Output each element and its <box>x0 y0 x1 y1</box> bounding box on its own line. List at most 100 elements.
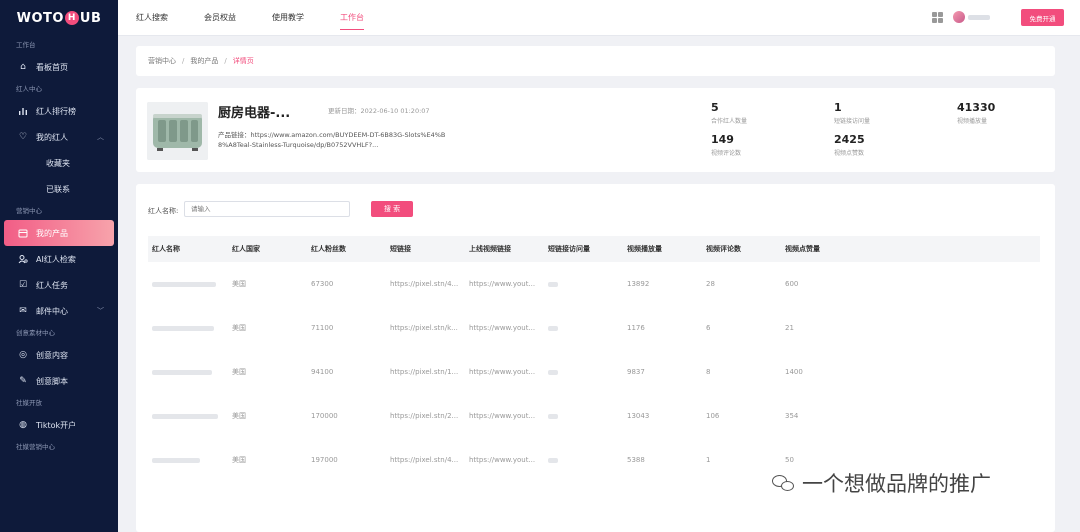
table-row: 美国 67300 https://pixel.stn/4... https://… <box>148 262 1040 306</box>
mail-icon: ✉ <box>19 306 27 316</box>
product-update-date: 更新日期：2022-06-10 01:20:07 <box>328 105 430 115</box>
sidebar-subitem-favorites[interactable]: 收藏夹 <box>0 150 118 176</box>
logo[interactable]: WOTO H UB <box>0 0 118 36</box>
cell-video-link[interactable]: https://www.yout... <box>469 438 543 482</box>
sidebar-item-tiktok[interactable]: ◍ Tiktok开户 <box>0 412 118 438</box>
creator-name-redacted[interactable] <box>152 394 218 438</box>
breadcrumb: 营销中心 / 我的产品 / 详情页 <box>136 46 1055 76</box>
creator-name-input[interactable] <box>184 201 350 217</box>
sidebar-item-label: Tiktok开户 <box>36 420 77 430</box>
cell-shortlink[interactable]: https://pixel.stn/1... <box>390 350 464 394</box>
cell-country: 美国 <box>232 324 246 332</box>
cell-comments: 1 <box>706 456 711 464</box>
creator-name-redacted[interactable] <box>152 306 214 350</box>
cell-plays: 5388 <box>627 456 645 464</box>
table-row: 美国 71100 https://pixel.stn/k... https://… <box>148 306 1040 350</box>
cell-video-link[interactable]: https://www.yout... <box>469 262 543 306</box>
nav-membership[interactable]: 会员权益 <box>186 0 254 36</box>
user-name-redacted[interactable] <box>968 15 990 20</box>
product-icon <box>18 228 28 238</box>
breadcrumb-my-products[interactable]: 我的产品 <box>190 56 218 66</box>
sidebar-item-label: 邮件中心 <box>36 306 68 316</box>
avatar[interactable] <box>953 11 965 23</box>
sidebar-item-creative-content[interactable]: ◎ 创意内容 <box>0 342 118 368</box>
sidebar-item-label: 看板首页 <box>36 62 68 72</box>
cell-fans: 67300 <box>311 280 334 288</box>
cell-country: 美国 <box>232 368 246 376</box>
stat-label: 视频播放量 <box>957 118 988 125</box>
heart-icon: ♡ <box>18 132 28 142</box>
cell-plays: 13043 <box>627 412 650 420</box>
bar-chart-icon <box>18 106 28 116</box>
upgrade-button[interactable]: 免费开通 <box>1021 9 1064 26</box>
stat-cooperating-creators: 5 合作红人数量 <box>711 101 747 125</box>
creator-name-redacted[interactable] <box>152 438 200 482</box>
search-label: 红人名称: <box>148 207 179 215</box>
stat-label: 短链接访问量 <box>834 118 871 125</box>
breadcrumb-marketing-center[interactable]: 营销中心 <box>148 56 176 66</box>
stat-value: 5 <box>711 101 719 114</box>
cell-video-link[interactable]: https://www.yout... <box>469 350 543 394</box>
cell-video-link[interactable]: https://www.yout... <box>469 306 543 350</box>
stat-video-likes: 2425 视频点赞数 <box>834 133 865 157</box>
sidebar-item-ai-search[interactable]: AI红人检索 <box>0 246 118 272</box>
section-workspace: 工作台 <box>16 41 36 49</box>
creator-name-redacted[interactable] <box>152 262 216 306</box>
table-header: 红人名称 红人国家 红人粉丝数 短链接 上线视频链接 短链接访问量 视频播放量 … <box>148 236 1040 262</box>
date-label: 更新日期： <box>328 107 361 115</box>
cell-visits-redacted <box>548 394 558 438</box>
cell-country: 美国 <box>232 456 246 464</box>
sidebar-subitem-contacted[interactable]: 已联系 <box>0 176 118 202</box>
sidebar-item-mail[interactable]: ✉ 邮件中心 ﹀ <box>0 298 118 324</box>
table-row: 美国 94100 https://pixel.stn/1... https://… <box>148 350 1040 394</box>
cell-shortlink[interactable]: https://pixel.stn/k... <box>390 306 464 350</box>
app-grid-icon[interactable] <box>932 12 943 23</box>
product-summary-card: 厨房电器-... 更新日期：2022-06-10 01:20:07 产品链接：h… <box>136 88 1055 172</box>
cell-shortlink[interactable]: https://pixel.stn/4... <box>390 262 464 306</box>
nav-creator-search[interactable]: 红人搜索 <box>118 0 186 36</box>
cell-country: 美国 <box>232 412 246 420</box>
col-shortlink-visits: 短链接访问量 <box>548 245 590 253</box>
stat-video-comments: 149 视频评论数 <box>711 133 741 157</box>
nav-workspace[interactable]: 工作台 <box>322 0 382 36</box>
creator-name-redacted[interactable] <box>152 350 212 394</box>
sidebar-item-dashboard[interactable]: ⌂ 看板首页 <box>0 54 118 80</box>
section-marketing-center: 营销中心 <box>16 207 42 215</box>
cell-visits-redacted <box>548 306 558 350</box>
section-social-marketing: 社媒营销中心 <box>16 443 55 451</box>
sidebar-item-creative-script[interactable]: ✎ 创意脚本 <box>0 368 118 394</box>
cell-visits-redacted <box>548 262 558 306</box>
stat-video-plays: 41330 视频播放量 <box>957 101 995 125</box>
cell-likes: 600 <box>785 280 799 288</box>
search-button[interactable]: 搜 索 <box>371 201 413 217</box>
nav-tutorial[interactable]: 使用教学 <box>254 0 322 36</box>
col-likes: 视频点赞量 <box>785 245 820 253</box>
stat-value: 1 <box>834 101 842 114</box>
cell-shortlink[interactable]: https://pixel.stn/4... <box>390 438 464 482</box>
product-link[interactable]: 产品链接：https://www.amazon.com/BUYDEEM-DT-6… <box>218 130 448 150</box>
table-row: 美国 170000 https://pixel.stn/2... https:/… <box>148 394 1040 438</box>
sidebar-item-my-products[interactable]: 我的产品 <box>4 220 114 246</box>
cell-plays: 9837 <box>627 368 645 376</box>
sidebar-item-ranking[interactable]: 红人排行榜 <box>0 98 118 124</box>
col-creator-name: 红人名称 <box>152 245 180 253</box>
globe-icon: ◍ <box>19 420 27 430</box>
col-shortlink: 短链接 <box>390 245 411 253</box>
chevron-up-icon: ︿ <box>97 133 104 141</box>
cell-video-link[interactable]: https://www.yout... <box>469 394 543 438</box>
sidebar-item-label: 创意脚本 <box>36 376 68 386</box>
section-creative-material: 创意素材中心 <box>16 329 55 337</box>
sidebar-item-my-creators[interactable]: ♡ 我的红人 ︿ <box>0 124 118 150</box>
cell-shortlink[interactable]: https://pixel.stn/2... <box>390 394 464 438</box>
cell-fans: 197000 <box>311 456 338 464</box>
sidebar-item-label: 红人排行榜 <box>36 106 76 116</box>
cell-fans: 94100 <box>311 368 334 376</box>
sidebar-item-tasks[interactable]: ☑ 红人任务 <box>0 272 118 298</box>
stat-value: 149 <box>711 133 734 146</box>
sidebar-item-label: 我的红人 <box>36 132 68 142</box>
checkbox-icon: ☑ <box>18 280 28 290</box>
link-value[interactable]: https://www.amazon.com/BUYDEEM-DT-6B83G-… <box>218 131 445 149</box>
cell-visits-redacted <box>548 350 558 394</box>
home-icon: ⌂ <box>20 62 26 72</box>
chevron-down-icon: ﹀ <box>97 307 104 315</box>
